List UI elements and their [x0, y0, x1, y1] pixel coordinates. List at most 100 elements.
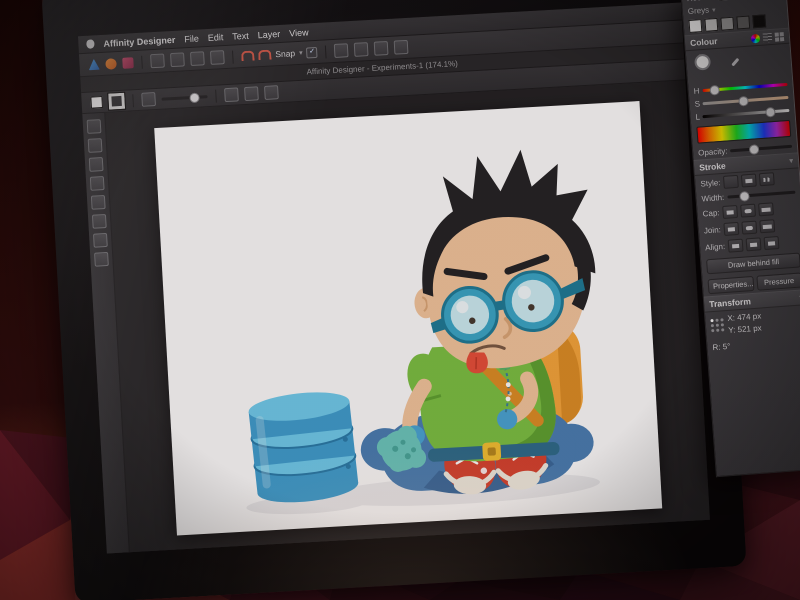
- saturation-label: S: [694, 99, 700, 108]
- menu-item-edit[interactable]: Edit: [207, 32, 223, 43]
- text-tool-icon[interactable]: [92, 214, 107, 229]
- cap-label: Cap:: [702, 208, 720, 218]
- style-dash-button[interactable]: [759, 172, 775, 186]
- fill-tool-icon[interactable]: [93, 233, 108, 248]
- cap-butt-button[interactable]: [722, 205, 738, 219]
- toolbar-divider: [325, 45, 327, 58]
- recent-swatch[interactable]: [717, 0, 728, 1]
- opacity-icon[interactable]: [224, 87, 239, 102]
- node-tool-icon[interactable]: [88, 138, 103, 153]
- pencil-tool-icon[interactable]: [90, 176, 105, 191]
- anchor-point-grid[interactable]: [710, 318, 725, 333]
- transform-r-value[interactable]: R: 5°: [712, 341, 731, 354]
- width-slider[interactable]: [727, 191, 795, 199]
- snap-toggle-checkbox[interactable]: ✓: [306, 46, 318, 58]
- export-persona-icon[interactable]: [122, 57, 134, 69]
- fill-swatch[interactable]: [90, 96, 103, 109]
- apple-menu-icon[interactable]: [86, 39, 94, 48]
- rotate-canvas-icon[interactable]: [394, 40, 409, 55]
- transform-tool-icon[interactable]: [190, 51, 205, 66]
- artboard[interactable]: [154, 101, 662, 535]
- style-none-button[interactable]: [723, 175, 739, 189]
- eyedropper-icon[interactable]: [728, 58, 741, 71]
- join-miter-button[interactable]: [723, 222, 739, 236]
- guides-toggle-icon[interactable]: [354, 42, 369, 57]
- join-label: Join:: [704, 225, 722, 235]
- lightness-slider[interactable]: [703, 109, 790, 118]
- toolbar-divider: [141, 55, 143, 68]
- grey-swatch[interactable]: [688, 19, 702, 33]
- chevron-down-icon: ▾: [712, 6, 716, 14]
- stroke-swatch[interactable]: [108, 93, 125, 110]
- context-slider[interactable]: [161, 95, 207, 101]
- move-tool-icon[interactable]: [87, 119, 102, 134]
- blend-mode-icon[interactable]: [244, 86, 259, 101]
- align-outside-button[interactable]: [764, 236, 780, 250]
- align-label: Align:: [705, 242, 726, 252]
- menu-item-file[interactable]: File: [184, 33, 199, 44]
- align-inside-button[interactable]: [746, 237, 762, 251]
- cap-round-button[interactable]: [740, 204, 756, 218]
- transform-y-value[interactable]: Y: 521 px: [728, 322, 763, 336]
- hue-label: H: [693, 86, 699, 95]
- magnet-options-icon[interactable]: [258, 50, 272, 61]
- context-divider: [215, 89, 217, 102]
- join-round-button[interactable]: [741, 221, 757, 235]
- workspace: [82, 80, 710, 553]
- grey-swatch[interactable]: [704, 18, 718, 32]
- preview-mode-icon[interactable]: [374, 41, 389, 56]
- photo-of-monitor: Affinity Designer File Edit Text Layer V…: [0, 0, 800, 600]
- menu-item-text[interactable]: Text: [232, 30, 249, 41]
- context-slider-knob[interactable]: [189, 92, 200, 103]
- color-well[interactable]: [691, 50, 727, 82]
- width-label: Width:: [701, 193, 724, 204]
- snap-group: Snap ▾ ✓: [241, 46, 318, 61]
- stroke-color-circle[interactable]: [694, 54, 711, 71]
- recent-label: Recent:: [687, 0, 715, 3]
- align-tool-icon[interactable]: [170, 52, 185, 67]
- character-illustration: [154, 101, 662, 535]
- greys-label: Greys: [688, 5, 710, 16]
- menu-item-view[interactable]: View: [289, 27, 309, 38]
- lightness-knob[interactable]: [765, 107, 776, 118]
- shape-tool-icon[interactable]: [91, 195, 106, 210]
- width-knob[interactable]: [739, 191, 750, 202]
- stroke-header-label: Stroke: [699, 161, 726, 173]
- chevron-down-icon[interactable]: ▾: [299, 49, 303, 57]
- pixel-persona-icon[interactable]: [105, 58, 117, 70]
- monitor-bezel: Affinity Designer File Edit Text Layer V…: [41, 0, 746, 600]
- hue-slider[interactable]: [702, 83, 787, 92]
- color-sliders-icon[interactable]: [763, 32, 773, 42]
- grey-swatch[interactable]: [752, 14, 766, 28]
- menu-app-name[interactable]: Affinity Designer: [103, 34, 175, 48]
- saturation-slider[interactable]: [703, 96, 789, 105]
- boolean-tool-icon[interactable]: [210, 50, 225, 65]
- pressure-button[interactable]: Pressure: [756, 272, 800, 290]
- magnet-snap-icon[interactable]: [241, 50, 255, 61]
- color-boxes-icon[interactable]: [775, 32, 785, 42]
- menu-item-layer[interactable]: Layer: [257, 28, 280, 39]
- canvas-area[interactable]: [105, 80, 710, 553]
- grid-toggle-icon[interactable]: [334, 43, 349, 58]
- context-divider: [132, 94, 134, 107]
- colour-header-label: Colour: [690, 36, 718, 48]
- affinity-designer-window: Affinity Designer File Edit Text Layer V…: [78, 3, 710, 554]
- properties-button[interactable]: Properties...: [707, 276, 753, 294]
- opacity-knob[interactable]: [749, 144, 760, 155]
- order-tool-icon[interactable]: [150, 53, 165, 68]
- hue-knob[interactable]: [710, 85, 721, 96]
- style-solid-button[interactable]: [741, 173, 757, 187]
- grey-swatch[interactable]: [720, 17, 734, 31]
- designer-persona-icon[interactable]: [88, 59, 100, 71]
- grey-swatch[interactable]: [736, 16, 750, 30]
- color-wheel-icon[interactable]: [751, 33, 761, 43]
- cap-square-button[interactable]: [758, 202, 774, 216]
- saturation-knob[interactable]: [739, 96, 750, 107]
- align-center-button[interactable]: [728, 239, 744, 253]
- opacity-slider[interactable]: [730, 145, 792, 153]
- stroke-width-icon[interactable]: [141, 92, 156, 107]
- join-bevel-button[interactable]: [759, 219, 775, 233]
- effects-icon[interactable]: [264, 85, 279, 100]
- zoom-tool-icon[interactable]: [94, 252, 109, 267]
- pen-tool-icon[interactable]: [89, 157, 104, 172]
